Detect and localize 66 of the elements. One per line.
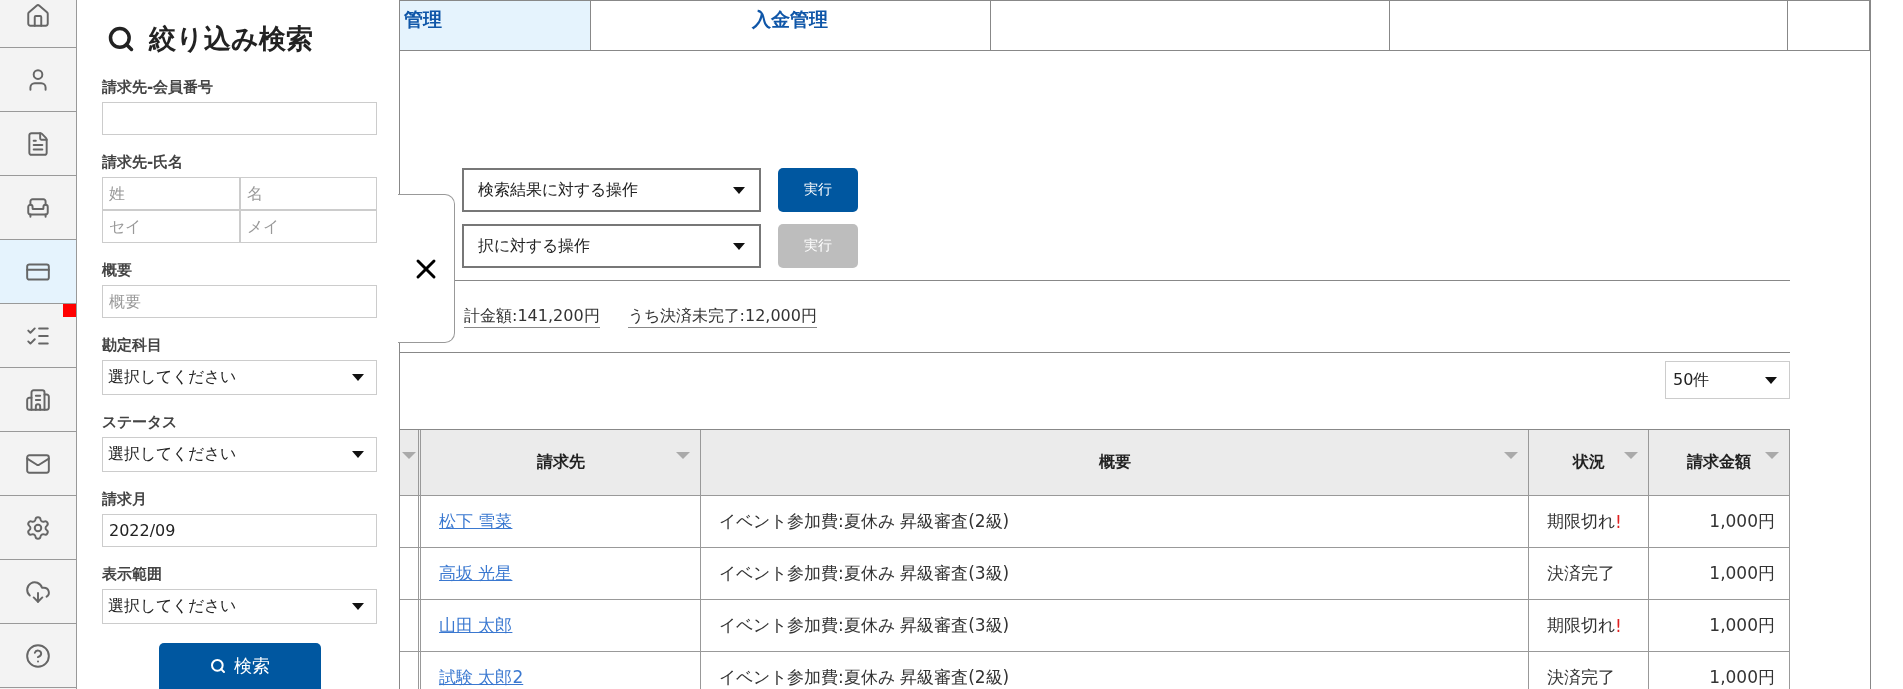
table-cell: イベント参加費:夏休み 昇級審査(2級) [701,496,1529,548]
payer-link[interactable]: 松下 雪菜 [439,510,513,533]
caret-icon [1765,376,1777,384]
table-cell: 1,000円 [1649,496,1790,548]
select-field[interactable]: 選択してください [102,437,377,472]
table-cell: 1,000円 [1649,548,1790,600]
search-icon [209,658,226,674]
total-amount: 計金額:141,200円 [464,305,600,328]
document-icon [25,130,51,157]
status-cell: 期限切れ! [1529,496,1649,548]
cloud-download-icon [25,578,51,605]
input-field[interactable]: 名 [239,177,377,210]
table-cell: イベント参加費:夏休み 昇級審査(3級) [701,600,1529,652]
action-select[interactable]: 検索結果に対する操作 [462,168,761,212]
column-header[interactable]: 状況 [1529,430,1649,496]
caret-icon [352,603,364,610]
search-icon [107,24,135,53]
building-icon [25,386,51,413]
table-cell: イベント参加費:夏休み 昇級審査(2級) [701,652,1529,689]
tab[interactable]: 管理 [400,1,591,50]
status-cell: 決済完了 [1529,652,1649,689]
column-header[interactable]: 概要 [701,430,1529,496]
total-amount: うち決済未完了:12,000円 [627,305,817,328]
search-button[interactable]: 検索 [158,643,321,689]
close-button[interactable] [398,194,455,343]
column-header[interactable]: 請求金額 [1649,430,1790,496]
field-label: 概要 [102,260,133,280]
sort-icon[interactable] [1504,452,1518,459]
payer-link[interactable]: 山田 太郎 [439,614,513,637]
page-size-select[interactable]: 50件 [1665,361,1790,399]
home-icon [25,2,51,29]
sort-icon[interactable] [1765,452,1779,459]
table-cell: 1,000円 [1649,652,1790,689]
input-field[interactable] [102,102,377,135]
status-cell: 期限切れ! [1529,600,1649,652]
field-label: 請求月 [102,489,148,509]
input-field[interactable]: 2022/09 [102,514,377,547]
input-field[interactable]: 概要 [102,285,377,318]
input-field[interactable]: セイ [102,210,240,243]
payer-link[interactable]: 高坂 光星 [439,562,513,585]
execute-button[interactable]: 実行 [778,168,858,212]
field-label: 請求先-会員番号 [102,77,215,97]
settings-icon [25,514,51,541]
table-cell: イベント参加費:夏休み 昇級審査(3級) [701,548,1529,600]
select-field[interactable]: 選択してください [102,589,377,624]
select-field[interactable]: 選択してください [102,360,377,395]
sidebar-item[interactable] [0,304,76,368]
sort-icon[interactable] [1624,452,1638,459]
input-field[interactable]: 姓 [102,177,240,210]
sort-icon[interactable] [676,452,690,459]
caret-icon [733,242,745,250]
field-label: 表示範囲 [102,564,163,584]
caret-icon [733,186,745,194]
panel-title: 絞り込み検索 [149,21,313,56]
field-label: 請求先-氏名 [102,152,185,172]
sidebar-item[interactable] [0,240,76,304]
column-header[interactable]: 請求先 [421,430,701,496]
help-icon [25,642,51,669]
field-label: ステータス [102,412,178,432]
payer-link[interactable]: 試験 太郎2 [439,666,524,689]
caret-icon [352,374,364,381]
table-cell: 1,000円 [1649,600,1790,652]
caret-icon [352,451,364,458]
input-field[interactable]: メイ [239,210,377,243]
status-cell: 決済完了 [1529,548,1649,600]
field-label: 勘定科目 [102,335,163,355]
